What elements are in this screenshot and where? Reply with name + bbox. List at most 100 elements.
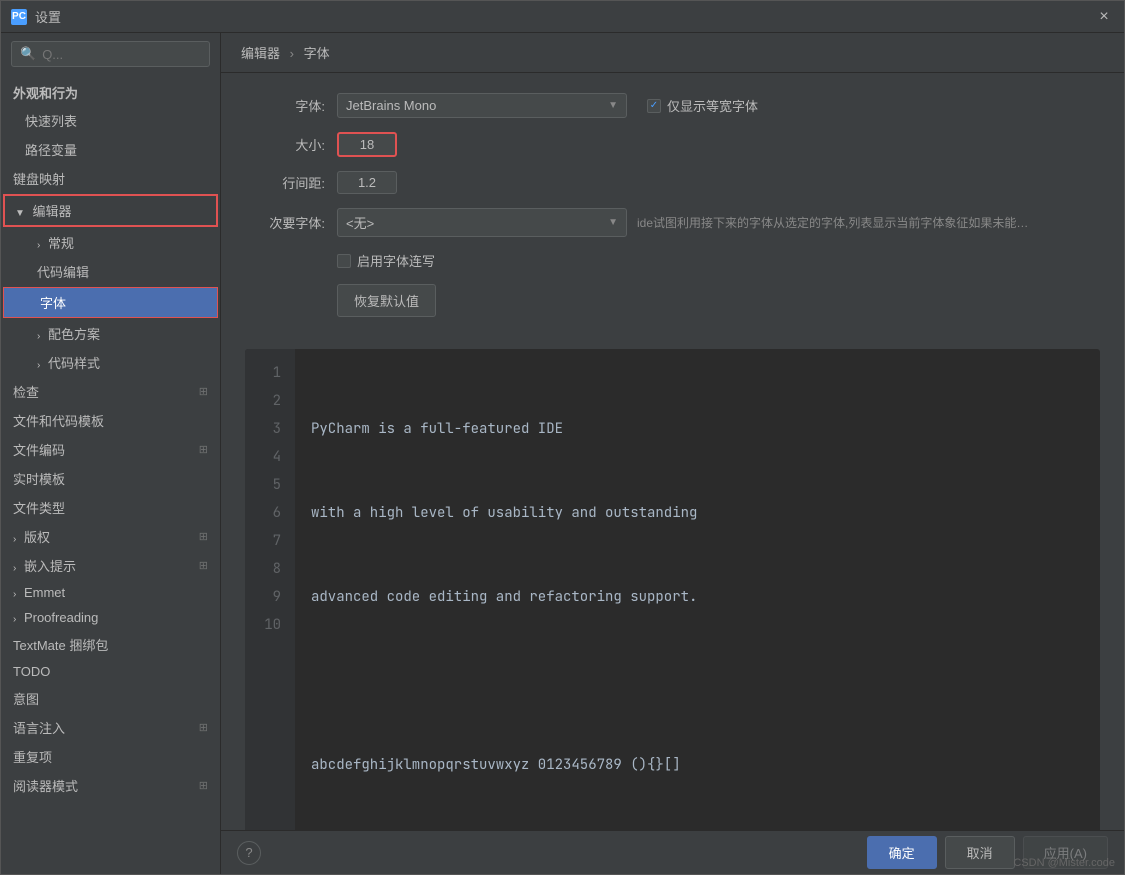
inspection-label: 检查 — [13, 382, 39, 401]
sidebar-item-keymap[interactable]: 键盘映射 — [1, 164, 220, 193]
confirm-button[interactable]: 确定 — [867, 836, 937, 869]
copy-icon6: ⊞ — [199, 779, 208, 792]
fileencoding-label: 文件编码 — [13, 440, 65, 459]
sidebar-item-fileencoding[interactable]: 文件编码 ⊞ — [1, 435, 220, 464]
code-line-4 — [311, 667, 781, 695]
code-line-3: advanced code editing and refactoring su… — [311, 583, 781, 611]
code-preview: 1 2 3 4 5 6 7 8 9 10 PyCharm is a — [245, 349, 1100, 830]
lang-label: 语言注入 — [13, 718, 65, 737]
copy-icon: ⊞ — [199, 385, 208, 398]
sidebar-item-textmate[interactable]: TextMate 捆绑包 — [1, 630, 220, 659]
watermark: CSDN @Mister.code — [1013, 857, 1115, 869]
sidebar-item-intention[interactable]: 意图 — [1, 684, 220, 713]
code-lines: PyCharm is a full-featured IDE with a hi… — [295, 349, 797, 830]
search-box[interactable]: 🔍 — [11, 41, 210, 67]
line-numbers: 1 2 3 4 5 6 7 8 9 10 — [245, 349, 295, 830]
line-num-5: 5 — [245, 471, 295, 499]
breadcrumb: 编辑器 › 字体 — [221, 33, 1124, 73]
restore-button[interactable]: 恢复默认值 — [337, 284, 436, 317]
font-value: JetBrains Mono — [346, 98, 436, 113]
sidebar-item-pathvar[interactable]: 路径变量 — [1, 135, 220, 164]
footer: ? 确定 取消 应用(A) — [221, 830, 1124, 874]
code-line-5: abcdefghijklmnopqrstuvwxyz 0123456789 ()… — [311, 751, 781, 779]
sidebar-item-filetemplate[interactable]: 文件和代码模板 — [1, 406, 220, 435]
close-button[interactable]: × — [1094, 8, 1114, 26]
sidebar-item-general[interactable]: › 常规 — [1, 228, 220, 257]
font-row: 字体: JetBrains Mono ▼ 仅显示等宽字体 — [245, 93, 1100, 118]
style-arrow-icon: › — [37, 360, 40, 371]
general-arrow-icon: › — [37, 240, 40, 251]
cancel-button[interactable]: 取消 — [945, 836, 1015, 869]
search-icon: 🔍 — [20, 46, 36, 62]
footer-left: ? — [237, 841, 261, 865]
secondary-font-note: ide试图利用接下来的字体从选定的字体,列表显示当前字体象征如果未能这样做 — [637, 214, 1037, 231]
expand-arrow-icon: ▼ — [15, 208, 25, 219]
line-spacing-input[interactable] — [337, 171, 397, 194]
line-num-2: 2 — [245, 387, 295, 415]
sidebar-item-emmet[interactable]: › Emmet — [1, 580, 220, 605]
ligatures-row: 启用字体连写 — [245, 251, 1100, 270]
sidebar-item-codestyle[interactable]: › 代码样式 — [1, 348, 220, 377]
sidebar-item-copyright[interactable]: › 版权 ⊞ — [1, 522, 220, 551]
emmet-arrow: › — [13, 589, 16, 600]
monospace-checkbox-row: 仅显示等宽字体 — [647, 96, 758, 115]
line-num-10: 10 — [245, 611, 295, 639]
secondary-font-row: 次要字体: <无> ▼ ide试图利用接下来的字体从选定的字体,列表显示当前字体… — [245, 208, 1100, 237]
sidebar-item-langinject[interactable]: 语言注入 ⊞ — [1, 713, 220, 742]
help-button[interactable]: ? — [237, 841, 261, 865]
sidebar-item-quicklist[interactable]: 快速列表 — [1, 106, 220, 135]
copyright-arrow: › — [13, 534, 16, 545]
code-preview-inner: 1 2 3 4 5 6 7 8 9 10 PyCharm is a — [245, 349, 1100, 830]
sidebar-item-proofreading[interactable]: › Proofreading — [1, 605, 220, 630]
line-num-1: 1 — [245, 359, 295, 387]
line-spacing-label: 行间距: — [245, 173, 325, 192]
sidebar-item-readermode[interactable]: 阅读器模式 ⊞ — [1, 771, 220, 800]
proof-arrow: › — [13, 614, 16, 625]
sidebar-item-editor[interactable]: ▼ 编辑器 — [3, 194, 218, 227]
color-arrow-icon: › — [37, 331, 40, 342]
inlay-arrow: › — [13, 563, 16, 574]
line-num-9: 9 — [245, 583, 295, 611]
sidebar-item-duplicates[interactable]: 重复项 — [1, 742, 220, 771]
line-num-6: 6 — [245, 499, 295, 527]
line-num-7: 7 — [245, 527, 295, 555]
section-appearance: 外观和行为 — [1, 75, 220, 106]
breadcrumb-current: 字体 — [304, 46, 330, 61]
copyright-label: › 版权 — [13, 527, 50, 546]
ligatures-label: 启用字体连写 — [357, 251, 435, 270]
search-input[interactable] — [42, 47, 201, 62]
breadcrumb-parent: 编辑器 — [241, 46, 280, 61]
settings-content: 字体: JetBrains Mono ▼ 仅显示等宽字体 大小: — [221, 73, 1124, 830]
sidebar-item-inlayhints[interactable]: › 嵌入提示 ⊞ — [1, 551, 220, 580]
secondary-font-label: 次要字体: — [245, 213, 325, 232]
sidebar-item-inspection[interactable]: 检查 ⊞ — [1, 377, 220, 406]
secondary-font-dropdown[interactable]: <无> ▼ — [337, 208, 627, 237]
line-num-3: 3 — [245, 415, 295, 443]
sidebar-item-filetype[interactable]: 文件类型 — [1, 493, 220, 522]
content-area: 🔍 外观和行为 快速列表 路径变量 键盘映射 ▼ 编辑器 › 常规 代码编辑 字… — [1, 33, 1124, 874]
app-icon: PC — [11, 9, 27, 25]
font-label: 字体: — [245, 96, 325, 115]
font-dropdown[interactable]: JetBrains Mono ▼ — [337, 93, 627, 118]
reader-label: 阅读器模式 — [13, 776, 78, 795]
copy-icon4: ⊞ — [199, 559, 208, 572]
sidebar-item-todo[interactable]: TODO — [1, 659, 220, 684]
monospace-checkbox[interactable] — [647, 99, 661, 113]
secondary-font-value: <无> — [346, 213, 374, 232]
line-num-8: 8 — [245, 555, 295, 583]
sidebar-item-colorscheme[interactable]: › 配色方案 — [1, 319, 220, 348]
breadcrumb-sep: › — [290, 46, 294, 61]
inlay-label: › 嵌入提示 — [13, 556, 76, 575]
size-row: 大小: — [245, 132, 1100, 157]
ligatures-checkbox[interactable] — [337, 254, 351, 268]
size-label: 大小: — [245, 135, 325, 154]
settings-window: PC 设置 × 🔍 外观和行为 快速列表 路径变量 键盘映射 ▼ 编辑器 › 常… — [0, 0, 1125, 875]
main-panel: 编辑器 › 字体 字体: JetBrains Mono ▼ 仅显示等宽字体 — [221, 33, 1124, 874]
size-input[interactable] — [337, 132, 397, 157]
sidebar-item-font[interactable]: 字体 — [3, 287, 218, 318]
sidebar-item-codeedit[interactable]: 代码编辑 — [1, 257, 220, 286]
sidebar-item-livetpl[interactable]: 实时模板 — [1, 464, 220, 493]
monospace-label: 仅显示等宽字体 — [667, 96, 758, 115]
sidebar: 🔍 外观和行为 快速列表 路径变量 键盘映射 ▼ 编辑器 › 常规 代码编辑 字… — [1, 33, 221, 874]
copy-icon5: ⊞ — [199, 721, 208, 734]
